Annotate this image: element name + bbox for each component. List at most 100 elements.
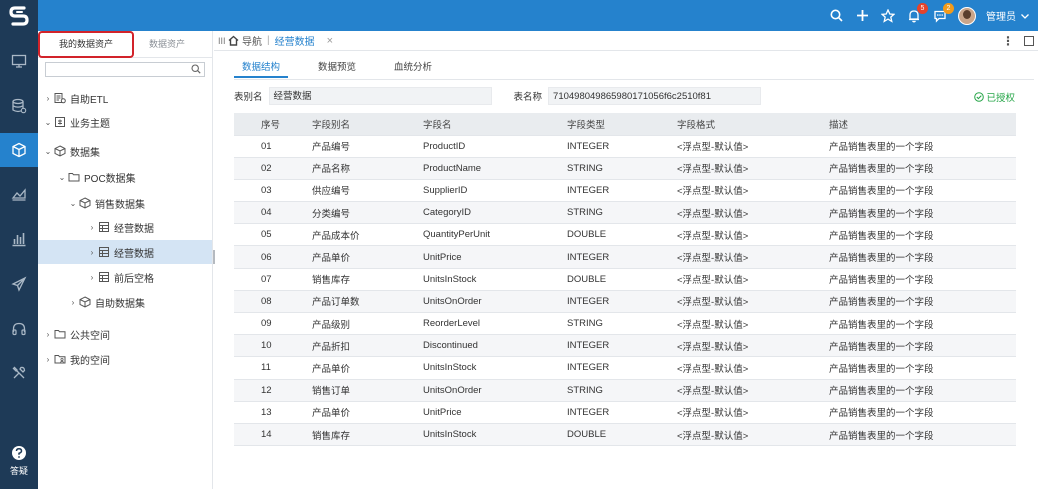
expand-arrow-icon[interactable]: ⌄ <box>43 118 53 127</box>
close-icon[interactable]: × <box>327 35 333 47</box>
tree-node-label: 业务主题 <box>70 118 110 130</box>
table-alias-field[interactable]: 经营数据 <box>268 87 492 105</box>
user-name[interactable]: 管理员 <box>986 8 1016 23</box>
tools-icon[interactable] <box>0 356 38 390</box>
table-name-label: 表名称 <box>513 92 543 103</box>
table-row[interactable]: 14 销售库存 UnitsInStock DOUBLE <浮点型-默认值> 产品销售表里的… <box>234 422 1016 447</box>
expand-arrow-icon[interactable]: › <box>87 223 97 232</box>
tab-data-structure[interactable]: 数据结构 <box>234 58 289 78</box>
tree-node-self-etl[interactable]: › 自助ETL <box>38 86 212 110</box>
tree-search-input[interactable] <box>46 63 186 76</box>
expand-arrow-icon[interactable]: › <box>68 298 78 307</box>
star-icon[interactable] <box>880 8 896 24</box>
table-cell: 销售订单 <box>312 378 423 402</box>
tab-data-preview[interactable]: 数据预览 <box>310 58 364 78</box>
maximize-icon[interactable] <box>1024 36 1034 46</box>
table-row[interactable]: 10 产品折扣 Discontinued INTEGER <浮点型-默认值> 产品销售表里… <box>234 334 1016 357</box>
expand-arrow-icon[interactable]: › <box>87 273 97 282</box>
table-row[interactable]: 09 产品级别 ReorderLevel STRING <浮点型-默认值> 产品销售表里的… <box>234 311 1016 335</box>
column-header: 字段别名 <box>312 113 423 135</box>
table-row[interactable]: 13 产品单价 UnitPrice INTEGER <浮点型-默认值> 产品销售表里的一个… <box>234 400 1016 424</box>
monitor-icon[interactable] <box>0 44 38 78</box>
headset-icon[interactable] <box>0 312 38 346</box>
table-cell: INTEGER <box>567 356 677 380</box>
chart-area-icon[interactable] <box>0 177 38 211</box>
table-cell: 产品成本价 <box>312 223 423 246</box>
table-cell: 分类编号 <box>312 201 423 224</box>
table-cell: 03 <box>234 178 312 202</box>
bar-chart-icon[interactable] <box>0 222 38 256</box>
tab-navigation[interactable]: 导航 <box>228 33 262 48</box>
left-nav: 答疑 <box>0 31 38 489</box>
table-row[interactable]: 01 产品编号 ProductID INTEGER <浮点型-默认值> 产品销售表里的一个… <box>234 134 1016 158</box>
bell-icon[interactable]: 5 <box>906 2 928 24</box>
tree-node-label: 数据集 <box>70 147 100 159</box>
table-row[interactable]: 05 产品成本价 QuantityPerUnit DOUBLE <浮点型-默认值> 产品销… <box>234 223 1016 246</box>
tree-node-self-dataset[interactable]: › 自助数据集 <box>38 290 212 314</box>
table-cell: INTEGER <box>567 178 677 202</box>
table-row[interactable]: 08 产品订单数 UnitsOnOrder INTEGER <浮点型-默认值> 产品销售表… <box>234 289 1016 313</box>
table-row[interactable]: 11 产品单价 UnitsInStock INTEGER <浮点型-默认值> 产品销售表里… <box>234 356 1016 380</box>
expand-arrow-icon[interactable]: › <box>43 94 53 103</box>
table-row[interactable]: 06 产品单价 UnitPrice INTEGER <浮点型-默认值> 产品销售表里的一个… <box>234 245 1016 269</box>
table-cell: 08 <box>234 289 312 313</box>
tree-node-poc-dataset[interactable]: ⌄ POC数据集 <box>38 165 212 189</box>
tree-node-business-data-2[interactable]: › 经营数据 <box>38 240 212 264</box>
app-logo[interactable] <box>0 0 38 31</box>
expand-arrow-icon[interactable]: › <box>43 355 53 364</box>
table-row[interactable]: 03 供应编号 SupplierID INTEGER <浮点型-默认值> 产品销售表里的一… <box>234 178 1016 202</box>
tab-my-data-assets[interactable]: 我的数据资产 <box>38 31 134 58</box>
tab-lineage-analysis[interactable]: 血统分析 <box>386 58 440 78</box>
asset-tree-panel: 我的数据资产 数据资产 › 自助ETL ⌄ 业务主题 ⌄ 数据集 ⌄ POC数据… <box>38 31 213 489</box>
tree-node-label: POC数据集 <box>84 173 136 185</box>
tree-node-business-subject[interactable]: ⌄ 业务主题 <box>38 110 212 134</box>
database-icon[interactable] <box>0 89 38 123</box>
tree-node-sales-dataset[interactable]: ⌄ 销售数据集 <box>38 191 212 215</box>
search-icon[interactable] <box>828 8 844 24</box>
expand-arrow-icon[interactable]: ⌄ <box>57 173 67 182</box>
chevron-down-icon[interactable] <box>1020 8 1030 24</box>
auth-status-label: 已授权 <box>986 93 1015 104</box>
table-row[interactable]: 04 分类编号 CategoryID STRING <浮点型-默认值> 产品销售表里的一个… <box>234 201 1016 224</box>
expand-arrow-icon[interactable]: ⌄ <box>43 147 53 156</box>
help-button[interactable]: 答疑 <box>0 439 38 483</box>
table-icon <box>97 270 111 284</box>
table-cell: <浮点型-默认值> <box>677 334 829 357</box>
table-cell: 产品折扣 <box>312 334 423 357</box>
table-row[interactable]: 02 产品名称 ProductName STRING <浮点型-默认值> 产品销售表里的一… <box>234 156 1016 180</box>
table-cell: SupplierID <box>423 178 567 202</box>
plus-icon[interactable] <box>854 8 870 24</box>
tab-business-data[interactable]: 经营数据 × <box>275 33 333 49</box>
tab-grip-icon[interactable]: III <box>218 36 226 46</box>
tree-node-dataset[interactable]: ⌄ 数据集 <box>38 139 212 163</box>
table-row[interactable]: 12 销售订单 UnitsOnOrder STRING <浮点型-默认值> 产品销售表里的… <box>234 378 1016 402</box>
avatar[interactable] <box>958 6 976 25</box>
help-label: 答疑 <box>9 466 28 476</box>
column-header: 字段类型 <box>567 113 677 135</box>
send-icon[interactable] <box>0 267 38 301</box>
table-cell: 供应编号 <box>312 178 423 202</box>
table-cell: <浮点型-默认值> <box>677 289 829 313</box>
tree-node-my-space[interactable]: › 我的空间 <box>38 347 212 371</box>
tree-node-trim-spaces[interactable]: › 前后空格 <box>38 265 212 289</box>
table-cell: UnitsOnOrder <box>423 378 567 402</box>
column-header: 字段名 <box>423 113 567 135</box>
search-icon[interactable] <box>191 64 201 77</box>
message-badge: 2 <box>943 2 954 14</box>
tab-data-assets[interactable]: 数据资产 <box>136 31 198 58</box>
table-row[interactable]: 07 销售库存 UnitsInStock DOUBLE <浮点型-默认值> 产品销售表里的… <box>234 267 1016 291</box>
cube-outline-icon <box>78 295 92 309</box>
tree-node-label: 自助数据集 <box>95 298 145 310</box>
table-cell: 13 <box>234 400 312 424</box>
more-vertical-icon[interactable]: ⋮ <box>1002 34 1014 48</box>
message-icon[interactable]: 2 <box>932 2 954 24</box>
tree-node-label: 公共空间 <box>70 330 110 342</box>
expand-arrow-icon[interactable]: ⌄ <box>68 199 78 208</box>
tree-node-business-data-1[interactable]: › 经营数据 <box>38 215 212 239</box>
auth-status: 已授权 <box>974 90 1015 104</box>
expand-arrow-icon[interactable]: › <box>43 330 53 339</box>
tree-node-public-space[interactable]: › 公共空间 <box>38 322 212 346</box>
table-cell: 11 <box>234 356 312 380</box>
expand-arrow-icon[interactable]: › <box>87 248 97 257</box>
cube-icon[interactable] <box>0 133 38 167</box>
